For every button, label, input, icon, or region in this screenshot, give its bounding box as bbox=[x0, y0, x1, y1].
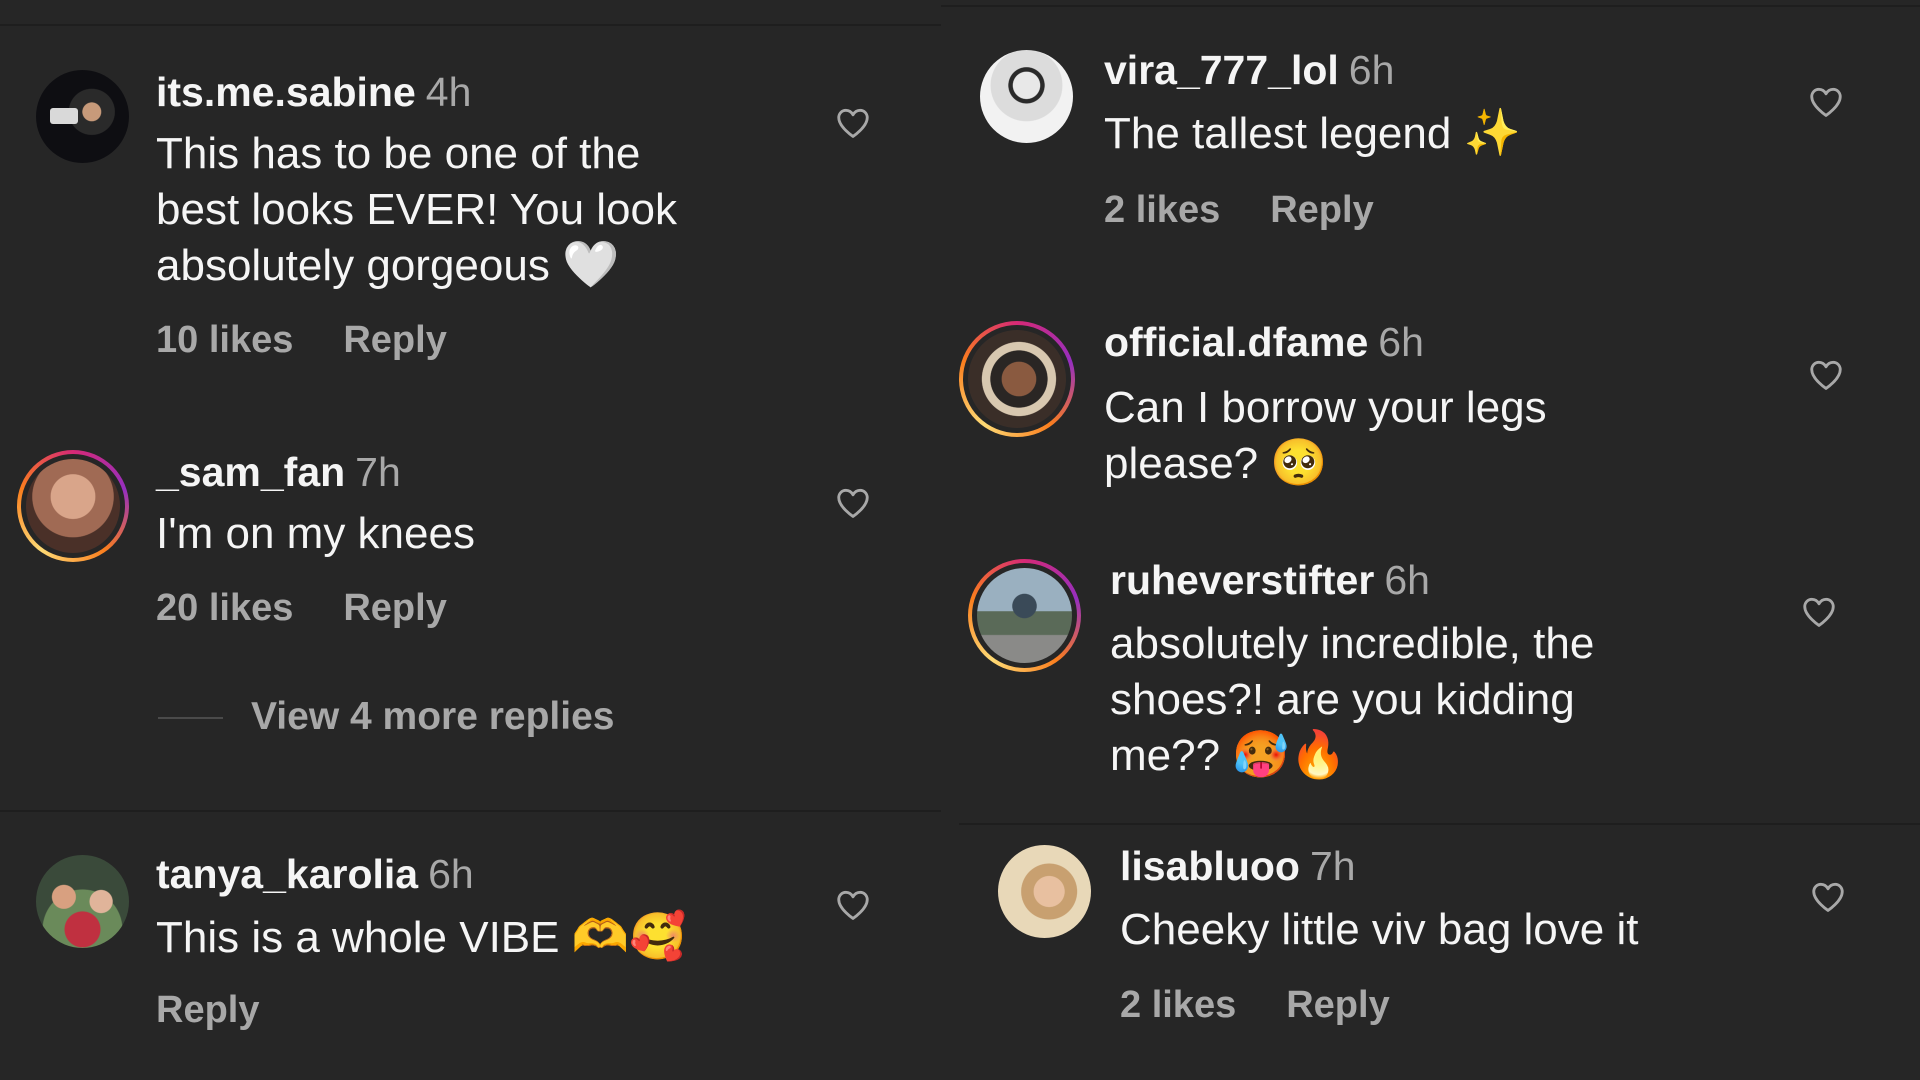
heart-hands-emoji: 🫶🥰 bbox=[571, 910, 687, 962]
reply-button[interactable]: Reply bbox=[1286, 984, 1389, 1026]
comment-timestamp: 6h bbox=[428, 851, 474, 897]
comment-text: This is a whole VIBE 🫶🥰 bbox=[156, 910, 687, 962]
right-comments-panel: vira_777_lol 6h The tallest legend ✨ 2 li… bbox=[941, 0, 1920, 1080]
comment: lisabluoo 7h Cheeky little viv bag love i… bbox=[941, 0, 1920, 1080]
avatar[interactable] bbox=[998, 845, 1091, 938]
heart-outline-icon[interactable] bbox=[1809, 878, 1847, 916]
comment-username[interactable]: lisabluoo bbox=[1120, 843, 1300, 889]
reply-button[interactable]: Reply bbox=[156, 989, 259, 1031]
likes-count[interactable]: 2 likes bbox=[1120, 984, 1236, 1026]
comment: tanya_karolia 6h This is a whole VIBE 🫶🥰 … bbox=[0, 0, 941, 1080]
heart-outline-icon[interactable] bbox=[834, 886, 872, 924]
avatar[interactable] bbox=[36, 855, 129, 948]
comment-timestamp: 7h bbox=[1309, 843, 1356, 889]
comment-username[interactable]: tanya_karolia bbox=[156, 851, 418, 897]
left-comments-panel: its.me.sabine 4h This has to be one of th… bbox=[0, 0, 941, 1080]
comment-text: Cheeky little viv bag love it bbox=[1120, 905, 1639, 954]
